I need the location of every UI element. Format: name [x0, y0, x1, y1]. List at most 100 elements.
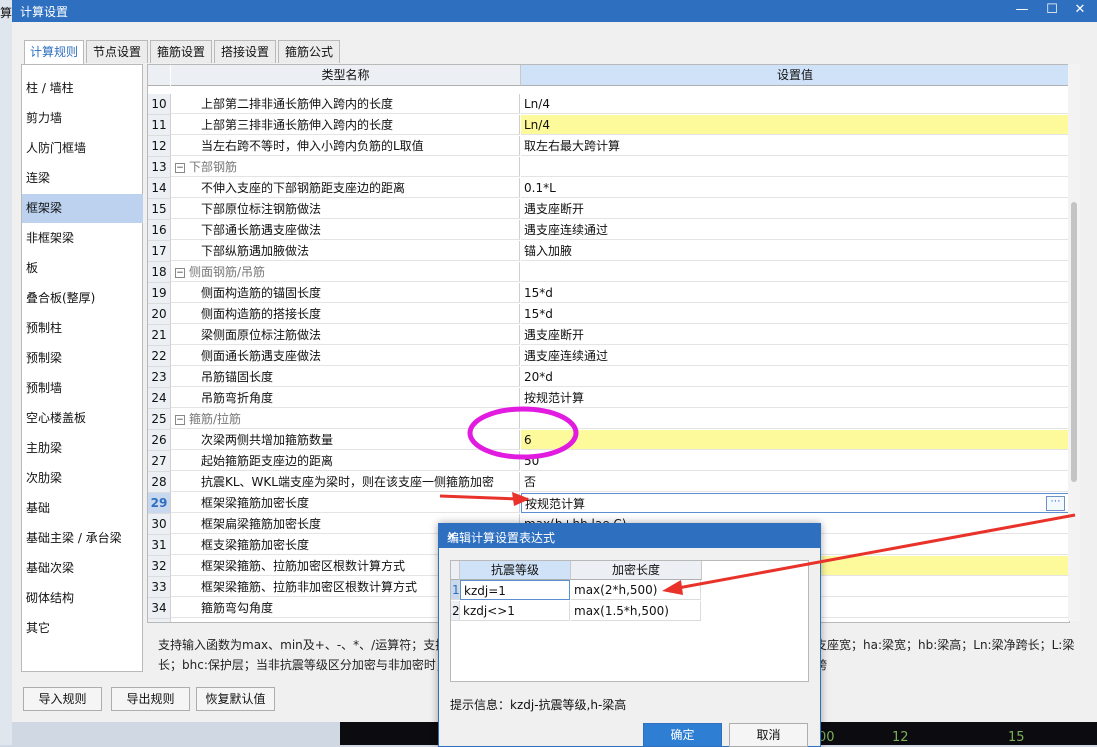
table-row[interactable]: 28 抗震KL、WKL端支座为梁时，则在该支座一侧箍筋加密 否	[148, 472, 1069, 493]
setting-name: 侧面构造筋的锚固长度	[171, 283, 520, 303]
minimize-button[interactable]: —	[1012, 2, 1032, 17]
tab-stirrup-settings[interactable]: 箍筋设置	[150, 40, 212, 63]
setting-value[interactable]: 取左右最大跨计算	[521, 136, 1069, 156]
setting-value[interactable]: 遇支座连续通过	[521, 346, 1069, 366]
category-item[interactable]: 非框架梁	[22, 224, 143, 253]
table-row[interactable]: 12 当左右跨不等时，伸入小跨内负筋的L取值 取左右最大跨计算	[148, 136, 1069, 157]
setting-value[interactable]: 6	[521, 430, 1069, 450]
ellipsis-edit-icon[interactable]: ⋯	[1046, 496, 1065, 511]
setting-value[interactable]: 遇支座连续通过	[521, 220, 1069, 240]
dialog-row-number: 2	[451, 601, 460, 621]
setting-name: 下部通长筋遇支座做法	[171, 220, 520, 240]
table-row[interactable]: 18− 侧面钢筋/吊筋	[148, 262, 1069, 283]
setting-value[interactable]: 15*d	[521, 283, 1069, 303]
setting-value[interactable]: 50	[521, 451, 1069, 471]
table-row[interactable]: 10 上部第二排非通长筋伸入跨内的长度 Ln/4	[148, 94, 1069, 115]
setting-value[interactable]: 遇支座断开	[521, 199, 1069, 219]
category-item[interactable]: 基础主梁 / 承台梁	[22, 524, 143, 553]
row-number: 11	[148, 115, 171, 136]
setting-value[interactable]: Ln/4	[521, 115, 1069, 135]
table-row[interactable]: 11 上部第三排非通长筋伸入跨内的长度 Ln/4	[148, 115, 1069, 136]
tab-node-settings[interactable]: 节点设置	[86, 40, 148, 63]
cancel-button[interactable]: 取消	[729, 723, 808, 747]
table-row[interactable]: 27 起始箍筋距支座边的距离 50	[148, 451, 1069, 472]
setting-value[interactable]: 按规范计算 ⋯	[521, 493, 1069, 513]
setting-name-text: 不伸入支座的下部钢筋距支座边的距离	[201, 181, 406, 195]
category-item[interactable]: 砌体结构	[22, 584, 143, 613]
setting-value[interactable]: 按规范计算	[521, 388, 1069, 408]
table-row[interactable]: 21 梁侧面原位标注筋做法 遇支座断开	[148, 325, 1069, 346]
seismic-level-cell[interactable]: kzdj<>1	[460, 601, 570, 621]
category-item[interactable]: 预制梁	[22, 344, 143, 373]
tab-stirrup-formula[interactable]: 箍筋公式	[278, 40, 340, 63]
table-row[interactable]: 13− 下部钢筋	[148, 157, 1069, 178]
column-header-seismic-level[interactable]: 抗震等级	[460, 561, 571, 580]
row-number: 16	[148, 220, 171, 241]
table-row[interactable]: 25− 箍筋/拉筋	[148, 409, 1069, 430]
column-header-dense-length[interactable]: 加密长度	[571, 561, 702, 580]
tab-calc-rules[interactable]: 计算规则	[24, 40, 84, 65]
table-row[interactable]: 22 侧面通长筋遇支座做法 遇支座连续通过	[148, 346, 1069, 367]
setting-value[interactable]: 遇支座断开	[521, 325, 1069, 345]
category-item[interactable]: 连梁	[22, 164, 143, 193]
collapse-icon[interactable]: −	[175, 162, 185, 173]
table-scrollbar[interactable]	[1068, 64, 1080, 621]
import-rules-button[interactable]: 导入规则	[23, 687, 102, 711]
table-row[interactable]: 20 侧面构造筋的搭接长度 15*d	[148, 304, 1069, 325]
setting-value[interactable]: Ln/4	[521, 94, 1069, 114]
export-rules-button[interactable]: 导出规则	[111, 687, 190, 711]
setting-value[interactable]: 20*d	[521, 367, 1069, 387]
setting-name-text: 吊筋弯折角度	[201, 391, 274, 405]
seismic-level-cell[interactable]: kzdj=1	[460, 580, 570, 600]
restore-defaults-button[interactable]: 恢复默认值	[196, 687, 275, 711]
maximize-button[interactable]: ☐	[1042, 2, 1062, 17]
setting-value[interactable]: 15*d	[521, 304, 1069, 324]
setting-value[interactable]: 锚入加腋	[521, 241, 1069, 261]
category-item[interactable]: 板	[22, 254, 143, 283]
table-row[interactable]: 14 不伸入支座的下部钢筋距支座边的距离 0.1*L	[148, 178, 1069, 199]
category-list: 柱 / 墙柱 剪力墙 人防门框墙 连梁 框架梁 非框架梁板叠合板(整厚) 预制柱 预制梁 预制墙…	[21, 64, 143, 672]
category-item[interactable]: 基础次梁	[22, 554, 143, 583]
column-header-name[interactable]: 类型名称	[171, 65, 521, 86]
window-close-button[interactable]: ✕	[1070, 2, 1090, 17]
collapse-icon[interactable]: −	[175, 414, 185, 425]
category-item[interactable]: 预制柱	[22, 314, 143, 343]
category-item[interactable]: 空心楼盖板	[22, 404, 143, 433]
tab-lap-settings[interactable]: 搭接设置	[214, 40, 276, 63]
row-number: 26	[148, 430, 171, 451]
scrollbar-thumb[interactable]	[1071, 202, 1077, 482]
category-item[interactable]: 主肋梁	[22, 434, 143, 463]
table-row[interactable]: 19 侧面构造筋的锚固长度 15*d	[148, 283, 1069, 304]
table-row[interactable]: 23 吊筋锚固长度 20*d	[148, 367, 1069, 388]
table-row[interactable]: 26 次梁两侧共增加箍筋数量 6	[148, 430, 1069, 451]
category-item[interactable]: 人防门框墙	[22, 134, 143, 163]
category-item[interactable]: 其它	[22, 614, 143, 643]
collapse-icon[interactable]: −	[175, 267, 185, 278]
row-number: 12	[148, 136, 171, 157]
setting-value-text: 按规范计算	[524, 391, 585, 405]
category-item[interactable]: 基础	[22, 494, 143, 523]
table-row[interactable]: 24 吊筋弯折角度 按规范计算	[148, 388, 1069, 409]
dialog-close-button[interactable]: ✕	[447, 529, 812, 543]
table-row[interactable]: 16 下部通长筋遇支座做法 遇支座连续通过	[148, 220, 1069, 241]
category-item[interactable]: 柱 / 墙柱	[22, 74, 143, 103]
dense-length-cell[interactable]: max(1.5*h,500)	[571, 601, 701, 621]
setting-name: 起始箍筋距支座边的距离	[171, 451, 520, 471]
setting-value[interactable]	[521, 409, 1069, 429]
table-row[interactable]: 15 下部原位标注钢筋做法 遇支座断开	[148, 199, 1069, 220]
setting-value[interactable]: 否	[521, 472, 1069, 492]
category-item[interactable]: 叠合板(整厚)	[22, 284, 143, 313]
column-header-value[interactable]: 设置值	[521, 65, 1069, 86]
setting-value[interactable]	[521, 262, 1069, 282]
table-row[interactable]: 29 框架梁箍筋加密长度 按规范计算 ⋯	[148, 493, 1069, 514]
category-item[interactable]: 框架梁	[22, 194, 143, 223]
table-row[interactable]: 17 下部纵筋遇加腋做法 锚入加腋	[148, 241, 1069, 262]
ok-button[interactable]: 确定	[643, 723, 722, 747]
dense-length-cell[interactable]: max(2*h,500)	[571, 580, 701, 600]
setting-name: 不伸入支座的下部钢筋距支座边的距离	[171, 178, 520, 198]
category-item[interactable]: 次肋梁	[22, 464, 143, 493]
setting-value[interactable]: 0.1*L	[521, 178, 1069, 198]
category-item[interactable]: 剪力墙	[22, 104, 143, 133]
setting-value[interactable]	[521, 157, 1069, 177]
category-item[interactable]: 预制墙	[22, 374, 143, 403]
